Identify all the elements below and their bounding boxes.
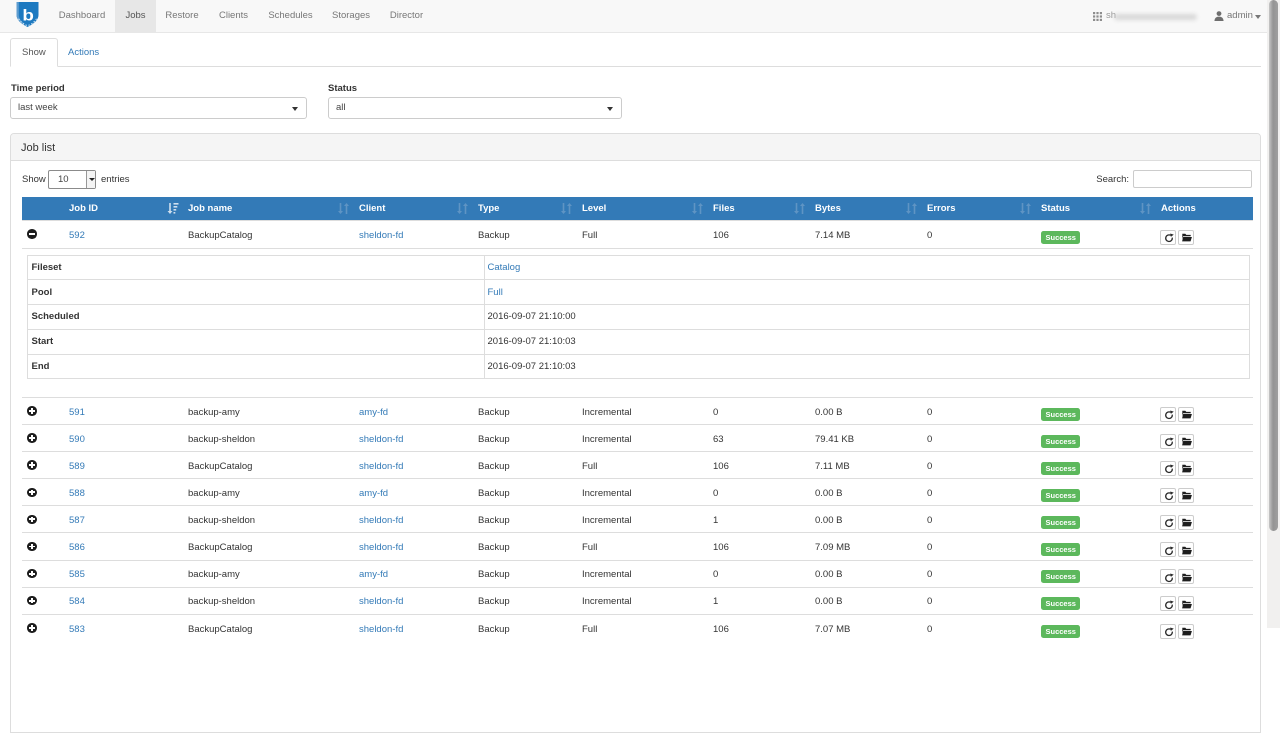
- svg-text:b: b: [22, 8, 34, 25]
